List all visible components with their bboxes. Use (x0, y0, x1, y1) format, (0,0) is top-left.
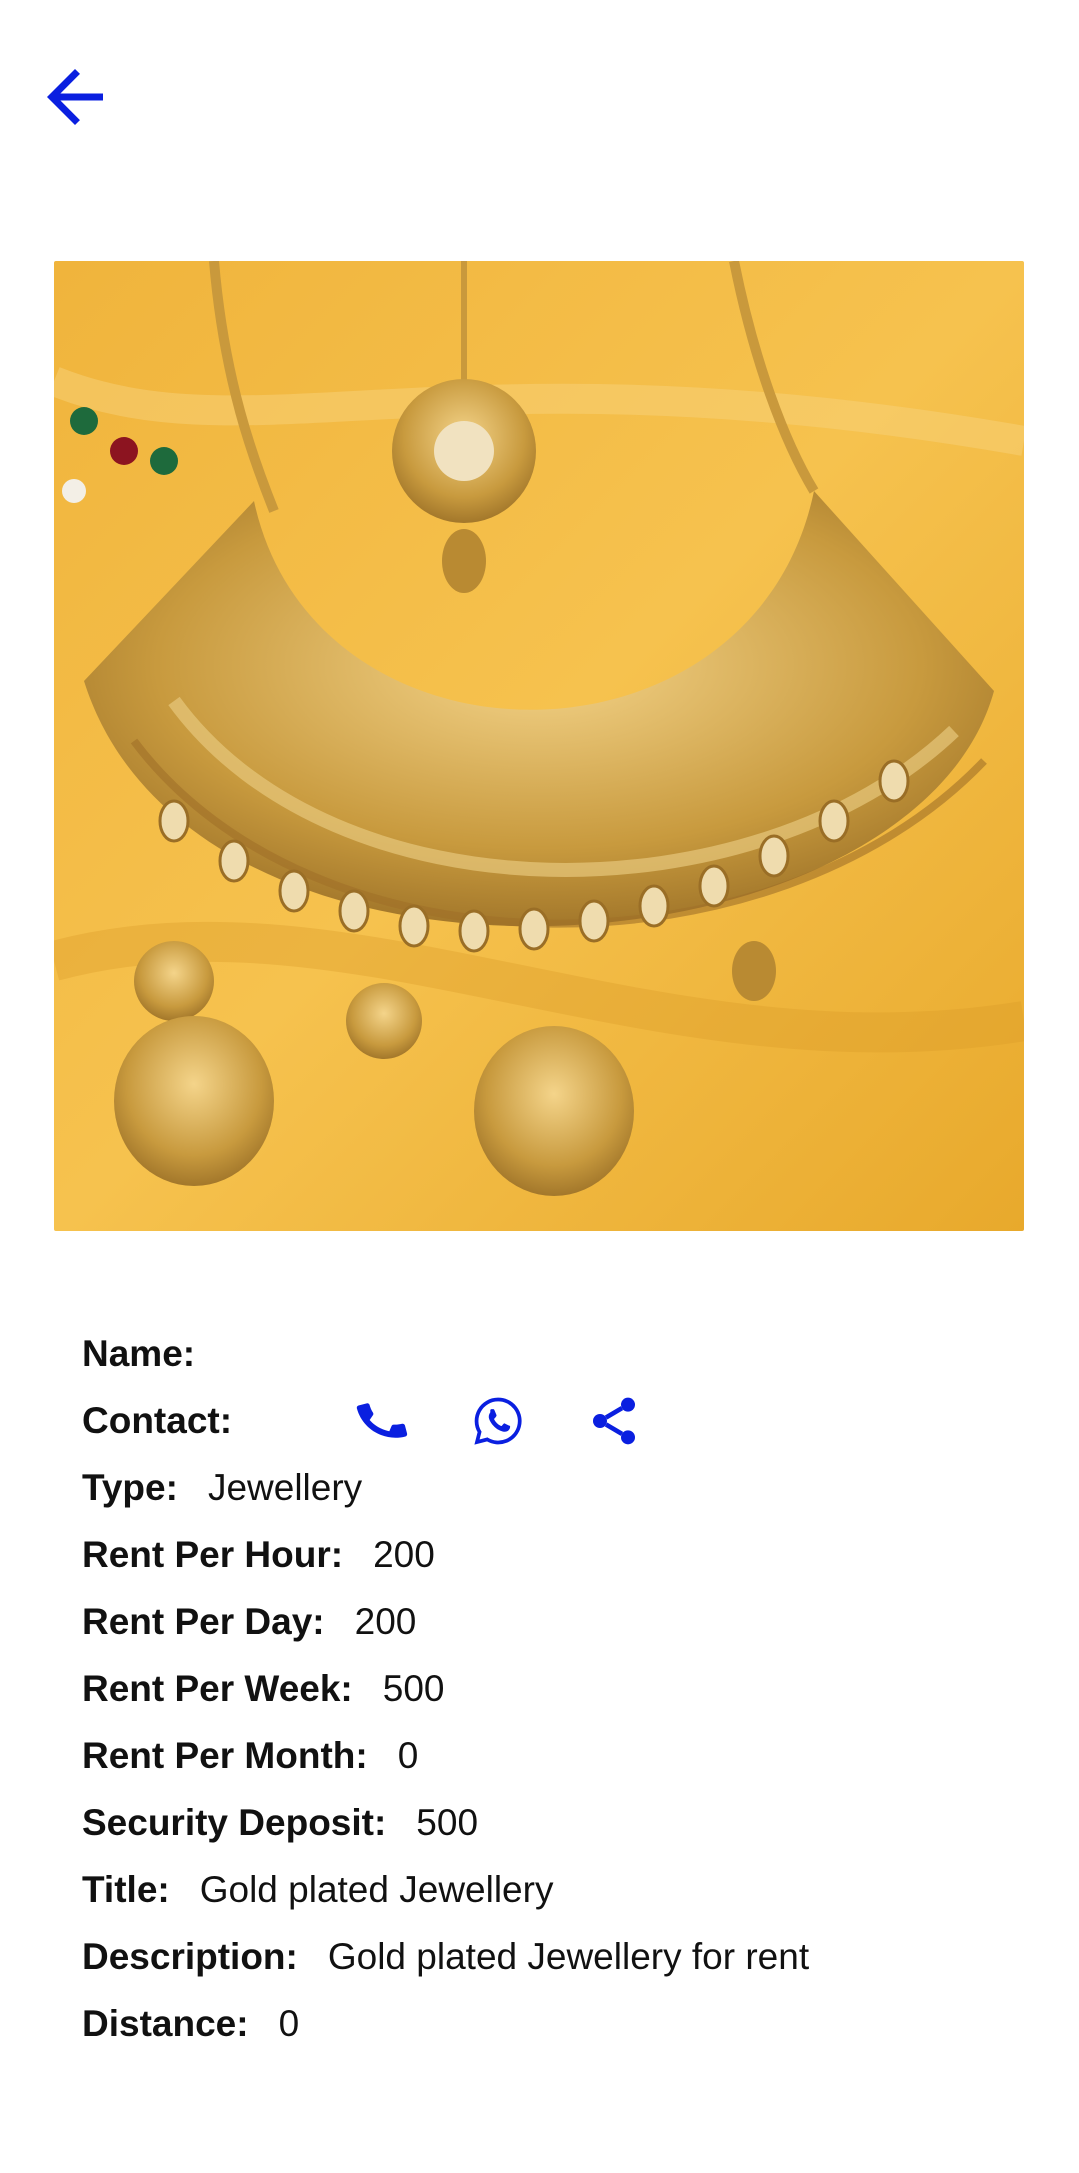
rent-hour-label: Rent Per Hour: (82, 1534, 344, 1575)
type-value: Jewellery (207, 1467, 363, 1508)
rent-day-label: Rent Per Day: (82, 1601, 325, 1642)
whatsapp-button[interactable] (468, 1391, 528, 1451)
rent-month-row: Rent Per Month: 0 (82, 1722, 1042, 1789)
rent-week-label: Rent Per Week: (82, 1668, 353, 1709)
title-value: Gold plated Jewellery (199, 1869, 554, 1910)
deposit-label: Security Deposit: (82, 1802, 387, 1843)
title-row: Title: Gold plated Jewellery (82, 1856, 1042, 1923)
name-label: Name: (82, 1333, 196, 1374)
back-button[interactable] (30, 52, 120, 142)
contact-actions (352, 1391, 700, 1451)
title-label: Title: (82, 1869, 170, 1910)
distance-label: Distance: (82, 2003, 249, 2044)
rent-month-label: Rent Per Month: (82, 1735, 368, 1776)
deposit-value: 500 (416, 1802, 479, 1843)
distance-value: 0 (278, 2003, 300, 2044)
rent-week-value: 500 (382, 1668, 445, 1709)
rent-hour-value: 200 (373, 1534, 435, 1575)
call-button[interactable] (352, 1391, 412, 1451)
rent-day-row: Rent Per Day: 200 (82, 1588, 1042, 1655)
whatsapp-icon (474, 1397, 522, 1445)
rent-hour-row: Rent Per Hour: 200 (82, 1521, 1042, 1588)
distance-row: Distance: 0 (82, 1990, 1042, 2057)
arrow-left-icon (47, 69, 103, 125)
contact-label: Contact: (82, 1400, 233, 1441)
type-row: Type: Jewellery (82, 1454, 1042, 1521)
description-value: Gold plated Jewellery for rent (327, 1936, 810, 1977)
rent-week-row: Rent Per Week: 500 (82, 1655, 1042, 1722)
contact-row: Contact: (82, 1387, 1042, 1454)
product-image (54, 261, 1024, 1231)
share-icon (593, 1397, 636, 1444)
description-row: Description: Gold plated Jewellery for r… (82, 1923, 1042, 1990)
deposit-row: Security Deposit: 500 (82, 1789, 1042, 1856)
rent-day-value: 200 (354, 1601, 417, 1642)
type-label: Type: (82, 1467, 178, 1508)
details-section: Name: Contact: Type: Jewellery Rent Per … (82, 1320, 1042, 2057)
share-button[interactable] (584, 1391, 644, 1451)
phone-icon (356, 1402, 408, 1438)
description-label: Description: (82, 1936, 298, 1977)
name-row: Name: (82, 1320, 1042, 1387)
rent-month-value: 0 (397, 1735, 419, 1776)
